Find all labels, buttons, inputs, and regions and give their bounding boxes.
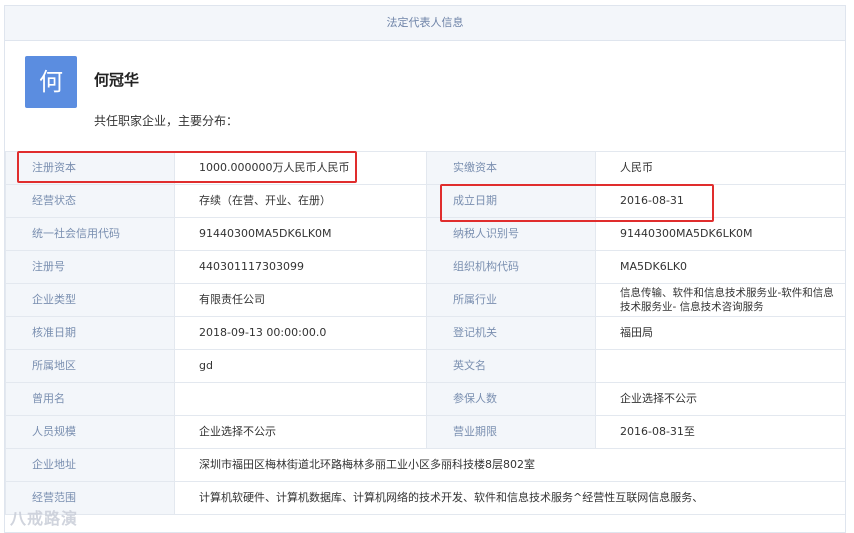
- avatar: 何: [25, 56, 77, 108]
- field-value: 信息传输、软件和信息技术服务业-软件和信息技术服务业- 信息技术咨询服务: [595, 283, 845, 317]
- field-label: 曾用名: [5, 382, 175, 416]
- field-label: 企业类型: [5, 283, 175, 317]
- field-value: 91440300MA5DK6LK0M: [174, 217, 427, 251]
- field-value: 440301117303099: [174, 250, 427, 284]
- field-value: 2018-09-13 00:00:00.0: [174, 316, 427, 350]
- panel-title: 法定代表人信息: [5, 6, 845, 41]
- field-label: 所属地区: [5, 349, 175, 383]
- field-label: 经营状态: [5, 184, 175, 218]
- table-row: 企业类型 有限责任公司 所属行业 信息传输、软件和信息技术服务业-软件和信息技术…: [5, 283, 845, 317]
- field-value: 有限责任公司: [174, 283, 427, 317]
- company-info-table: 注册资本 1000.000000万人民币人民币 实缴资本 人民币 经营状态 存续…: [5, 151, 845, 515]
- table-row: 统一社会信用代码 91440300MA5DK6LK0M 纳税人识别号 91440…: [5, 217, 845, 251]
- field-value: 2016-08-31至: [595, 415, 845, 449]
- field-label: 注册号: [5, 250, 175, 284]
- field-value: gd: [174, 349, 427, 383]
- table-row: 所属地区 gd 英文名: [5, 349, 845, 383]
- field-value: MA5DK6LK0: [595, 250, 845, 284]
- field-label: 统一社会信用代码: [5, 217, 175, 251]
- field-value: 福田局: [595, 316, 845, 350]
- table-row: 企业地址 深圳市福田区梅林街道北环路梅林多丽工业小区多丽科技楼8层802室: [5, 448, 845, 482]
- field-label: 所属行业: [426, 283, 596, 317]
- field-value: [595, 349, 845, 383]
- table-row: 曾用名 参保人数 企业选择不公示: [5, 382, 845, 416]
- field-label: 营业期限: [426, 415, 596, 449]
- field-value: 2016-08-31: [595, 184, 845, 218]
- field-label: 参保人数: [426, 382, 596, 416]
- field-label: 登记机关: [426, 316, 596, 350]
- address-value: 深圳市福田区梅林街道北环路梅林多丽工业小区多丽科技楼8层802室: [174, 448, 845, 482]
- field-label: 注册资本: [5, 151, 175, 185]
- person-card: 何 何冠华 共任职家企业，主要分布：: [5, 41, 845, 151]
- table-row: 经营状态 存续（在营、开业、在册） 成立日期 2016-08-31: [5, 184, 845, 218]
- table-row: 注册资本 1000.000000万人民币人民币 实缴资本 人民币: [5, 151, 845, 185]
- field-label: 纳税人识别号: [426, 217, 596, 251]
- field-value: 存续（在营、开业、在册）: [174, 184, 427, 218]
- field-label: 成立日期: [426, 184, 596, 218]
- field-value: [174, 382, 427, 416]
- person-name-link[interactable]: 何冠华: [94, 69, 139, 90]
- field-value: 91440300MA5DK6LK0M: [595, 217, 845, 251]
- table-row: 核准日期 2018-09-13 00:00:00.0 登记机关 福田局: [5, 316, 845, 350]
- field-value: 人民币: [595, 151, 845, 185]
- legal-representative-panel: 法定代表人信息 何 何冠华 共任职家企业，主要分布： 注册资本 1000.000…: [4, 5, 846, 533]
- field-label: 企业地址: [5, 448, 175, 482]
- person-description: 共任职家企业，主要分布：: [94, 114, 239, 128]
- business-scope-value: 计算机软硬件、计算机数据库、计算机网络的技术开发、软件和信息技术服务^经营性互联…: [174, 481, 845, 515]
- field-value: 1000.000000万人民币人民币: [174, 151, 427, 185]
- field-label: 组织机构代码: [426, 250, 596, 284]
- table-row: 经营范围 计算机软硬件、计算机数据库、计算机网络的技术开发、软件和信息技术服务^…: [5, 481, 845, 515]
- table-row: 注册号 440301117303099 组织机构代码 MA5DK6LK0: [5, 250, 845, 284]
- table-row: 人员规模 企业选择不公示 营业期限 2016-08-31至: [5, 415, 845, 449]
- field-value: 企业选择不公示: [595, 382, 845, 416]
- field-label: 核准日期: [5, 316, 175, 350]
- field-label: 实缴资本: [426, 151, 596, 185]
- field-value: 企业选择不公示: [174, 415, 427, 449]
- field-label: 英文名: [426, 349, 596, 383]
- watermark: 八戒路演: [10, 509, 79, 528]
- field-label: 人员规模: [5, 415, 175, 449]
